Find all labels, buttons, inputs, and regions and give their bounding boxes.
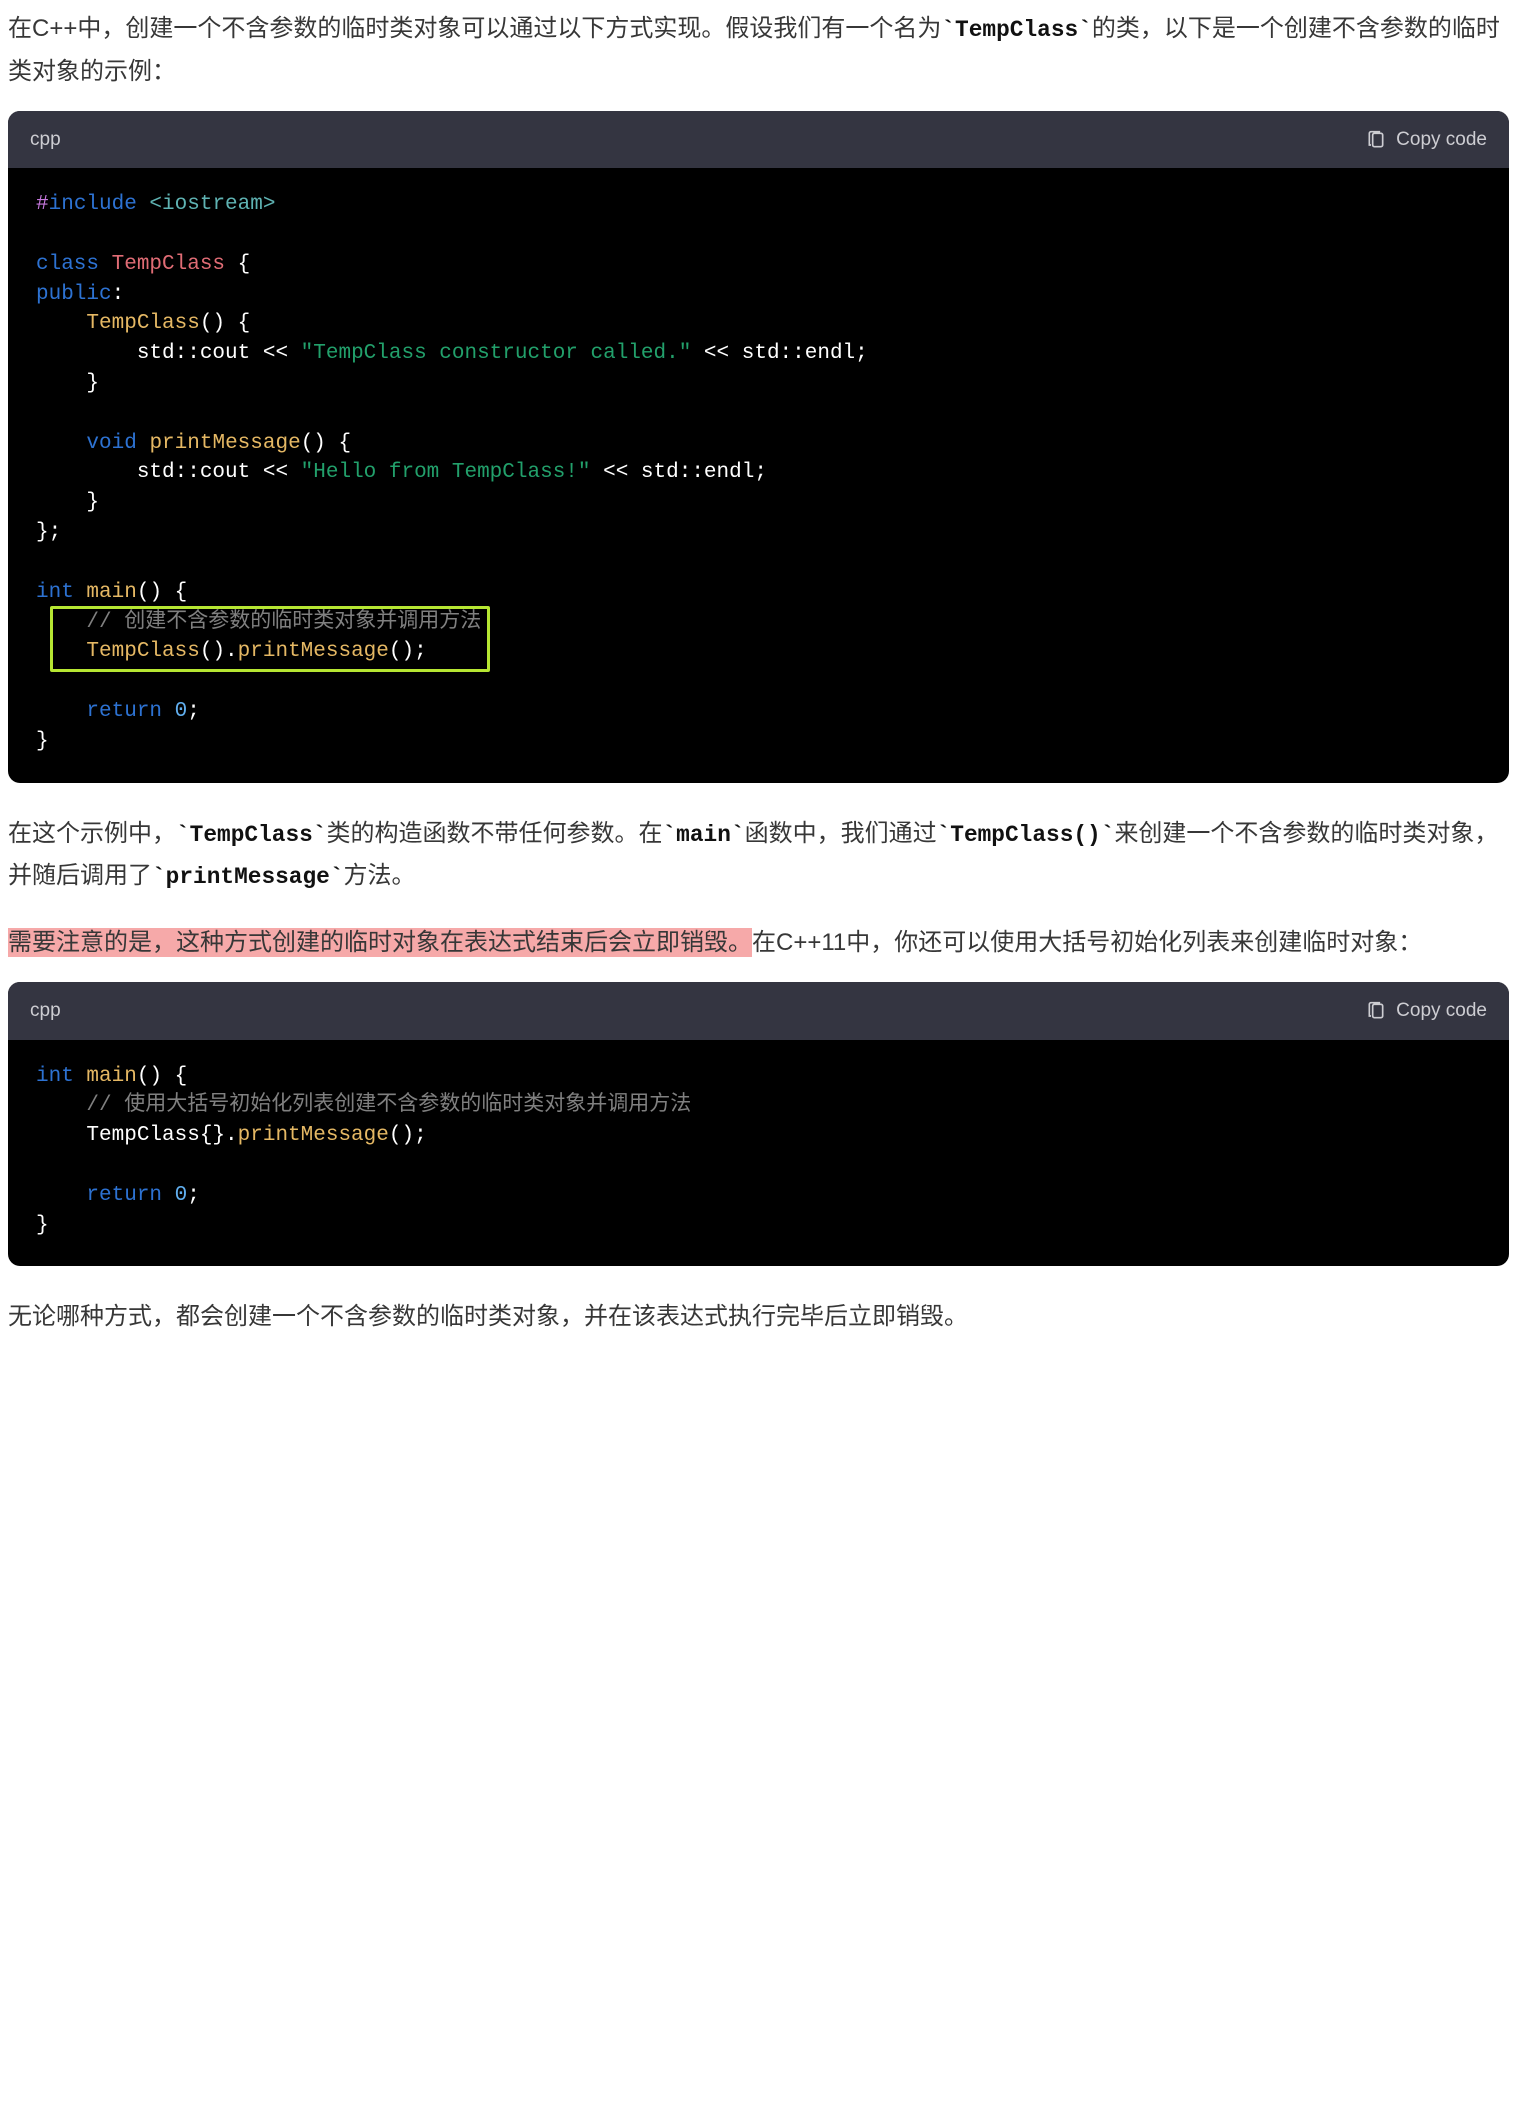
tok: main bbox=[86, 581, 136, 604]
inline-code: `TempClass` bbox=[176, 822, 326, 848]
highlighted-text: 需要注意的是，这种方式创建的临时对象在表达式结束后会立即销毁。 bbox=[8, 928, 752, 957]
tok: () { bbox=[137, 1065, 187, 1088]
text: 在C++中，创建一个不含参数的临时类对象可以通过以下方式实现。假设我们有一个名为 bbox=[8, 15, 941, 42]
intro-paragraph: 在C++中，创建一个不含参数的临时类对象可以通过以下方式实现。假设我们有一个名为… bbox=[8, 8, 1509, 93]
tok bbox=[36, 432, 86, 455]
tok bbox=[36, 611, 86, 634]
tok: } bbox=[36, 1214, 49, 1237]
tok: 0 bbox=[175, 1184, 188, 1207]
tok: } bbox=[36, 372, 99, 395]
tok: (). bbox=[200, 640, 238, 663]
inline-code: `TempClass()` bbox=[937, 822, 1115, 848]
tok bbox=[36, 1184, 86, 1207]
text: 函数中，我们通过 bbox=[745, 820, 937, 847]
copy-code-button[interactable]: Copy code bbox=[1366, 994, 1487, 1027]
tok: // 使用大括号初始化列表创建不含参数的临时类对象并调用方法 bbox=[86, 1094, 691, 1117]
tok bbox=[36, 700, 86, 723]
tok: "Hello from TempClass!" bbox=[301, 461, 591, 484]
code-lang-label: cpp bbox=[30, 123, 61, 156]
tok: TempClass bbox=[86, 640, 199, 663]
tok bbox=[162, 700, 175, 723]
tok: # bbox=[36, 193, 49, 216]
inline-code: `main` bbox=[662, 822, 744, 848]
tok: { bbox=[225, 253, 250, 276]
closing-paragraph: 无论哪种方式，都会创建一个不含参数的临时类对象，并在该表达式执行完毕后立即销毁。 bbox=[8, 1296, 1509, 1338]
code-block-2: cpp Copy code int main() { // 使用大括号初始化列表… bbox=[8, 982, 1509, 1266]
code-block-1: cpp Copy code #include <iostream> class … bbox=[8, 111, 1509, 783]
tok bbox=[74, 581, 87, 604]
tok: class bbox=[36, 253, 99, 276]
text: 类的构造函数不带任何参数。在 bbox=[326, 820, 662, 847]
inline-code: `printMessage` bbox=[152, 864, 344, 890]
tok: printMessage bbox=[238, 640, 389, 663]
code-header: cpp Copy code bbox=[8, 982, 1509, 1039]
copy-code-button[interactable]: Copy code bbox=[1366, 123, 1487, 156]
note-paragraph: 需要注意的是，这种方式创建的临时对象在表达式结束后会立即销毁。在C++11中，你… bbox=[8, 922, 1509, 964]
tok: : bbox=[112, 283, 125, 306]
inline-code-tempclass: `TempClass` bbox=[941, 17, 1091, 43]
tok bbox=[74, 1065, 87, 1088]
tok: () { bbox=[137, 581, 187, 604]
code-body: #include <iostream> class TempClass { pu… bbox=[8, 168, 1509, 782]
tok: public bbox=[36, 283, 112, 306]
tok: std::cout << bbox=[36, 461, 301, 484]
tok bbox=[162, 1184, 175, 1207]
tok: std::cout << bbox=[36, 342, 301, 365]
tok: int bbox=[36, 1065, 74, 1088]
explain-paragraph: 在这个示例中，`TempClass`类的构造函数不带任何参数。在`main`函数… bbox=[8, 813, 1509, 899]
tok: (); bbox=[389, 640, 427, 663]
text: 在这个示例中， bbox=[8, 820, 176, 847]
tok: TempClass bbox=[86, 312, 199, 335]
tok bbox=[36, 640, 86, 663]
tok: () { bbox=[301, 432, 351, 455]
tok: << std::endl; bbox=[591, 461, 767, 484]
tok: printMessage bbox=[238, 1124, 389, 1147]
tok: // 创建不含参数的临时类对象并调用方法 bbox=[86, 611, 481, 634]
tok bbox=[36, 1094, 86, 1117]
tok: main bbox=[86, 1065, 136, 1088]
text: 方法。 bbox=[344, 862, 416, 889]
tok: << std::endl; bbox=[691, 342, 867, 365]
tok: TempClass bbox=[99, 253, 225, 276]
tok: } bbox=[36, 730, 49, 753]
tok: (); bbox=[389, 1124, 427, 1147]
tok: }; bbox=[36, 521, 61, 544]
tok bbox=[36, 312, 86, 335]
tok: int bbox=[36, 581, 74, 604]
code-body: int main() { // 使用大括号初始化列表创建不含参数的临时类对象并调… bbox=[8, 1040, 1509, 1267]
tok: <iostream> bbox=[137, 193, 276, 216]
clipboard-icon bbox=[1366, 129, 1386, 151]
code-header: cpp Copy code bbox=[8, 111, 1509, 168]
tok: include bbox=[49, 193, 137, 216]
code-lang-label: cpp bbox=[30, 994, 61, 1027]
copy-code-label: Copy code bbox=[1396, 994, 1487, 1027]
tok: return bbox=[86, 1184, 162, 1207]
copy-code-label: Copy code bbox=[1396, 123, 1487, 156]
tok bbox=[137, 432, 150, 455]
clipboard-icon bbox=[1366, 1000, 1386, 1022]
tok: } bbox=[36, 491, 99, 514]
tok: () { bbox=[200, 312, 250, 335]
text: 在C++11中，你还可以使用大括号初始化列表来创建临时对象： bbox=[752, 929, 1422, 956]
tok: ; bbox=[187, 700, 200, 723]
tok: printMessage bbox=[149, 432, 300, 455]
tok: 0 bbox=[175, 700, 188, 723]
tok: TempClass{}. bbox=[36, 1124, 238, 1147]
tok: void bbox=[86, 432, 136, 455]
tok: "TempClass constructor called." bbox=[301, 342, 692, 365]
tok: ; bbox=[187, 1184, 200, 1207]
tok: return bbox=[86, 700, 162, 723]
